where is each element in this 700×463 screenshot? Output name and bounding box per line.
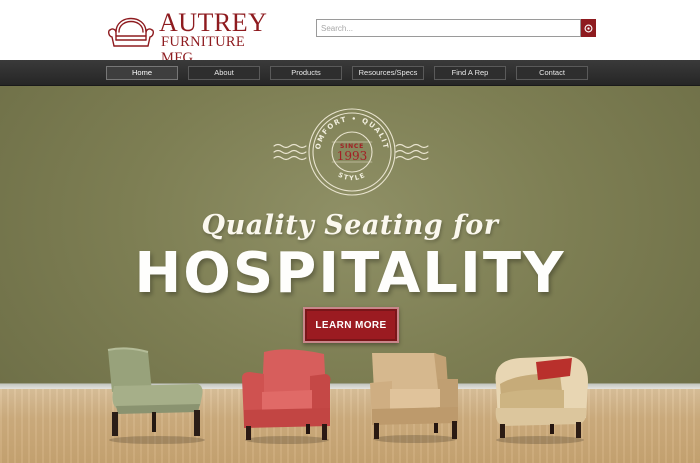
nav-item-products[interactable]: Products [270, 66, 342, 80]
main-nav: Home About Products Resources/Specs Find… [0, 60, 700, 86]
green-armless-chair-image [107, 347, 205, 444]
since-1993-badge: COMFORT • QUALITY STYLE SINCE 1993 [272, 106, 429, 196]
badge-year: 1993 [337, 149, 368, 163]
brand-name: AUTREY [159, 8, 268, 37]
armchair-logo-icon [107, 17, 155, 47]
search-icon [584, 24, 593, 32]
hero-headline: HOSPITALITY [134, 241, 566, 306]
cream-chair-with-pillow-image [495, 356, 588, 444]
badge-arc-top: COMFORT • QUALITY [272, 106, 390, 150]
beige-armchair-image [370, 353, 458, 443]
hero-tagline: Quality Seating for [201, 210, 499, 241]
search-button[interactable] [581, 19, 596, 37]
nav-item-home[interactable]: Home [106, 66, 178, 80]
site-header: AUTREY FURNITURE MFG. [0, 0, 700, 66]
search-bar [316, 19, 596, 37]
red-armchair-image [242, 349, 331, 444]
nav-item-about[interactable]: About [188, 66, 260, 80]
logo[interactable]: AUTREY FURNITURE MFG. [107, 6, 282, 66]
hero-banner: COMFORT • QUALITY STYLE SINCE 1993 Quali… [0, 86, 700, 463]
nav-item-find-a-rep[interactable]: Find A Rep [434, 66, 506, 80]
learn-more-button[interactable]: LEARN MORE [303, 307, 399, 343]
nav-item-resources-specs[interactable]: Resources/Specs [352, 66, 424, 80]
search-input[interactable] [316, 19, 581, 37]
nav-item-contact[interactable]: Contact [516, 66, 588, 80]
